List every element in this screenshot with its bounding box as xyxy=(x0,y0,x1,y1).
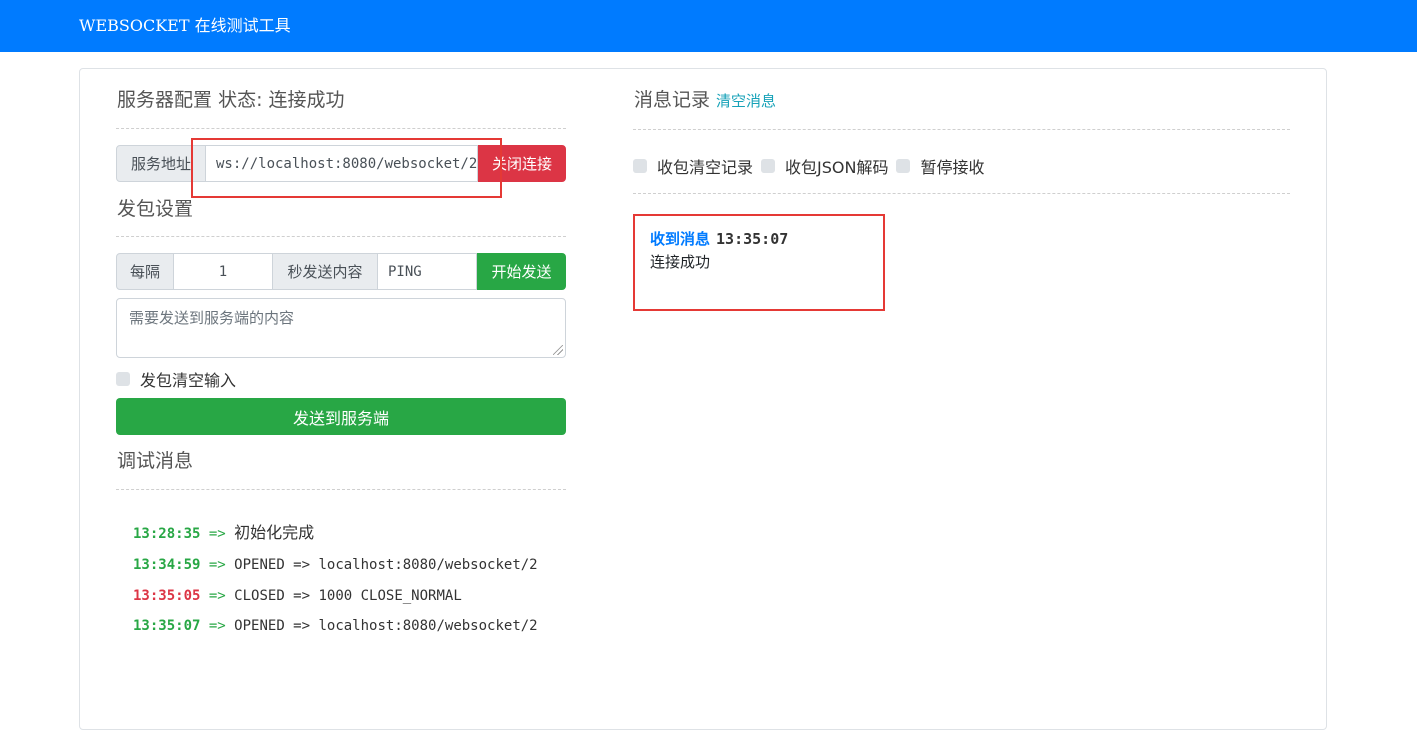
clear-records-checkbox[interactable] xyxy=(633,159,647,173)
log-time: 13:28:35 xyxy=(133,526,201,542)
server-config-heading: 服务器配置 xyxy=(117,89,213,111)
divider xyxy=(116,236,566,237)
message-textarea[interactable]: 需要发送到服务端的内容 xyxy=(116,298,566,358)
send-settings-title: 发包设置 xyxy=(117,198,194,220)
option-label: 收包JSON解码 xyxy=(785,158,889,177)
option-label: 暂停接收 xyxy=(920,158,985,177)
clear-records-option: 收包清空记录 xyxy=(633,154,753,178)
clear-messages-link[interactable]: 清空消息 xyxy=(716,92,776,110)
received-message-header: 收到消息 13:35:07 xyxy=(650,228,868,249)
debug-log-entry: 13:35:05 => CLOSED => 1000 CLOSE_NORMAL xyxy=(133,586,462,606)
start-sending-button[interactable]: 开始发送 xyxy=(477,253,566,290)
highlight-box xyxy=(191,138,502,198)
interval-input[interactable]: 1 xyxy=(174,253,273,290)
log-time: 13:34:59 xyxy=(133,557,201,573)
clear-input-option: 发包清空输入 xyxy=(116,367,236,391)
divider xyxy=(633,129,1290,130)
log-text: OPENED => localhost:8080/websocket/2 xyxy=(234,618,538,634)
server-config-title: 服务器配置 状态: 连接成功 xyxy=(117,87,345,113)
received-message-text: 连接成功 xyxy=(650,253,711,271)
divider xyxy=(633,193,1290,194)
received-time: 13:35:07 xyxy=(716,230,789,248)
log-text: OPENED => localhost:8080/websocket/2 xyxy=(234,557,538,573)
debug-log-entry: 13:35:07 => OPENED => localhost:8080/web… xyxy=(133,616,538,636)
log-time: 13:35:05 xyxy=(133,588,201,604)
messages-heading: 消息记录 xyxy=(634,89,711,111)
send-to-server-button[interactable]: 发送到服务端 xyxy=(116,398,566,435)
received-label: 收到消息 xyxy=(650,230,711,248)
resize-handle[interactable] xyxy=(553,345,563,355)
log-arrow: => xyxy=(208,618,226,634)
log-text: 初始化完成 xyxy=(234,523,315,542)
divider xyxy=(116,489,566,490)
clear-input-label: 发包清空输入 xyxy=(140,371,237,390)
interval-label: 每隔 xyxy=(116,253,174,290)
top-navbar: WEBSOCKET 在线测试工具 xyxy=(0,0,1417,52)
ping-content-input[interactable]: PING xyxy=(378,253,477,290)
textarea-placeholder: 需要发送到服务端的内容 xyxy=(129,309,295,327)
log-arrow: => xyxy=(208,588,226,604)
messages-title: 消息记录 清空消息 xyxy=(634,87,776,114)
json-decode-checkbox[interactable] xyxy=(761,159,776,173)
debug-log-entry: 13:34:59 => OPENED => localhost:8080/web… xyxy=(133,555,538,575)
content-label: 秒发送内容 xyxy=(273,253,378,290)
option-label: 收包清空记录 xyxy=(657,158,754,177)
log-time: 13:35:07 xyxy=(133,618,201,634)
receive-options: 收包清空记录 收包JSON解码 暂停接收 xyxy=(633,154,992,178)
clear-input-checkbox[interactable] xyxy=(116,372,130,386)
pause-receive-option: 暂停接收 xyxy=(896,154,984,178)
json-decode-option: 收包JSON解码 xyxy=(761,154,888,178)
log-text: CLOSED => 1000 CLOSE_NORMAL xyxy=(234,588,462,604)
interval-send-group: 每隔 1 秒发送内容 PING 开始发送 xyxy=(116,253,566,290)
log-arrow: => xyxy=(208,557,226,573)
brand-title[interactable]: WEBSOCKET 在线测试工具 xyxy=(79,14,291,38)
pause-receive-checkbox[interactable] xyxy=(896,159,911,173)
log-arrow: => xyxy=(208,526,226,542)
connection-status: 状态: 连接成功 xyxy=(218,89,345,111)
divider xyxy=(116,128,566,129)
received-message-card: 收到消息 13:35:07 连接成功 xyxy=(633,214,885,311)
debug-log-entry: 13:28:35 => 初始化完成 xyxy=(133,523,314,544)
debug-title: 调试消息 xyxy=(117,450,194,472)
